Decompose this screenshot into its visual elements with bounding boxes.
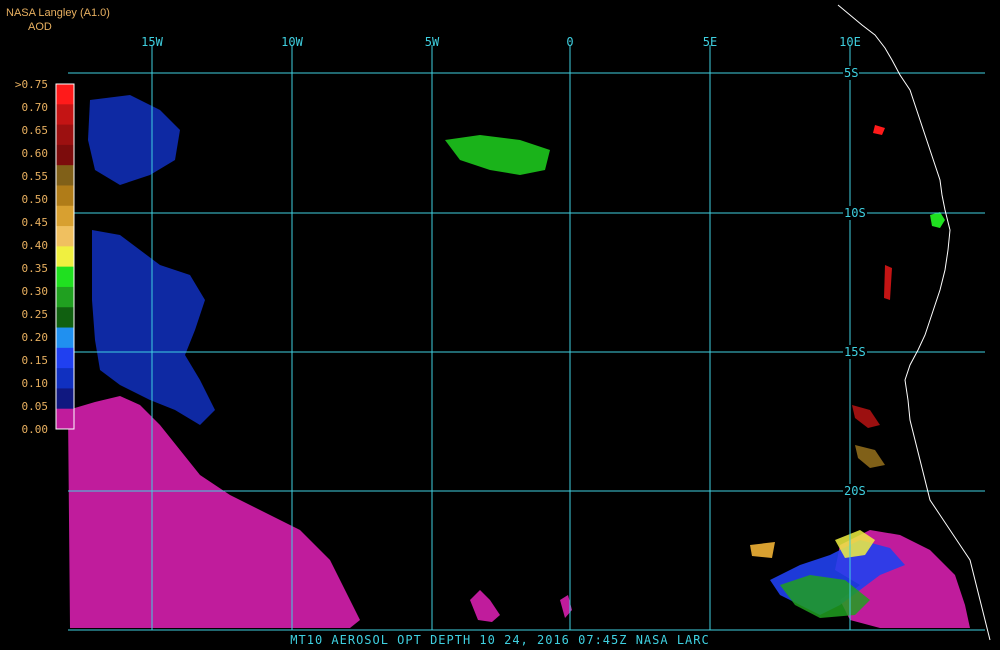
legend-swatch-12 [56,327,74,349]
lon-label-15W: 15W [141,35,163,49]
aod-region-green-mid [445,135,550,175]
credit-product: AOD [28,21,52,33]
legend-label-5: 0.50 [21,193,49,206]
caption-text: MT10 AEROSOL OPT DEPTH 10 24, 2016 07:45… [290,633,710,647]
lon-label-5E: 5E [702,35,718,49]
aod-region-green-coast [930,212,945,228]
legend-label-13: 0.10 [21,377,49,390]
lat-label-20S: 20S [843,484,867,498]
legend-label-15: 0.00 [21,423,49,436]
legend-swatch-5 [56,185,74,207]
lat-label-15S: 15S [843,345,867,359]
map-caption: MT10 AEROSOL OPT DEPTH 10 24, 2016 07:45… [0,630,1000,650]
aod-region-low-s1 [470,590,500,622]
aod-region-red-4 [855,445,885,468]
aod-region-red-2 [884,265,892,300]
legend-label-3: 0.60 [21,147,49,160]
legend-swatch-2 [56,124,74,146]
credit-source: NASA Langley (A1.0) [6,7,110,19]
legend-swatch-11 [56,307,74,329]
legend-label-1: 0.70 [21,101,49,114]
aod-region-red-3 [852,405,880,428]
legend-label-4: 0.55 [21,170,49,183]
legend-swatch-1 [56,104,74,126]
legend-swatch-16 [56,408,74,430]
aod-region-low-sw [68,396,360,628]
legend-label-14: 0.05 [21,400,49,413]
aod-region-blue-w [92,230,215,425]
legend-label-0: >0.75 [14,78,48,91]
legend-label-2: 0.65 [21,124,49,137]
legend-label-6: 0.45 [21,216,49,229]
legend-swatch-7 [56,226,74,247]
legend-label-7: 0.40 [21,239,49,252]
legend-label-8: 0.35 [21,262,49,275]
aod-region-red-1 [873,125,885,135]
legend-swatch-3 [56,144,74,166]
lat-label-5S: 5S [843,66,860,80]
legend-label-12: 0.15 [21,354,49,367]
legend-swatch-6 [56,205,74,227]
legend-label-9: 0.30 [21,285,49,298]
lon-label-5W: 5W [424,35,440,49]
data-credit: NASA Langley (A1.0) AOD [6,6,110,34]
lat-label-10S: 10S [843,206,867,220]
legend-label-10: 0.25 [21,308,49,321]
legend-swatch-13 [56,347,74,369]
legend-swatch-15 [56,388,74,410]
legend-swatch-8 [56,246,74,268]
aod-region-orange-se [750,542,775,558]
lon-label-10W: 10W [281,35,303,49]
legend-swatch-14 [56,368,74,389]
legend-swatch-9 [56,266,74,288]
lon-label-10E: 10E [839,35,861,49]
lon-label-0: 0 [566,35,574,49]
legend-swatch-10 [56,286,74,308]
aod-region-blue-nw [88,95,180,185]
legend-label-11: 0.20 [21,331,49,344]
legend-swatch-4 [56,165,74,186]
legend-swatch-0 [56,84,74,105]
aod-map [68,4,991,641]
aod-fields [68,95,970,628]
aod-legend: >0.75 0.70 0.65 0.60 0.55 0.50 0.45 0.40 0.35 0.3… [0,78,80,442]
